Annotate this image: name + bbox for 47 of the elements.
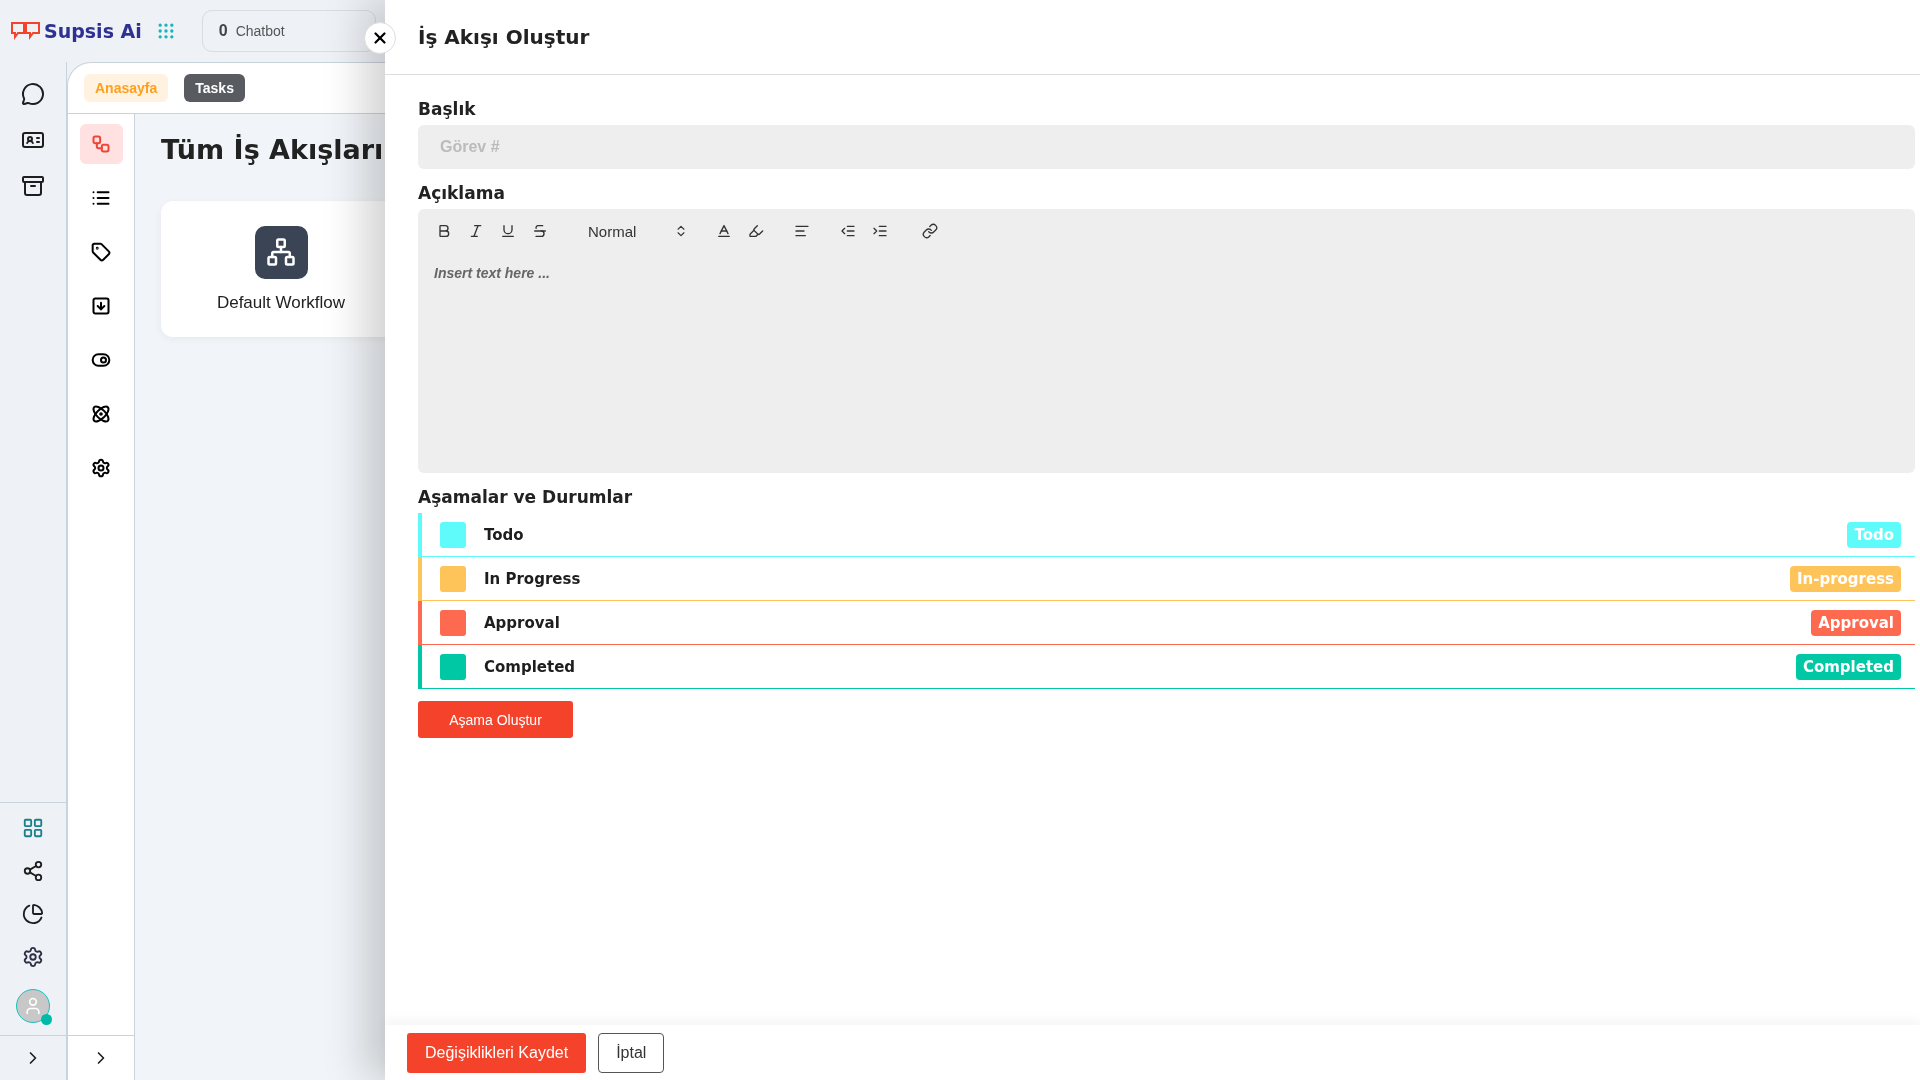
status-badge: In-progress — [1789, 565, 1901, 592]
chatbot-label: Chatbot — [235, 23, 285, 39]
save-button[interactable]: Değişiklikleri Kaydet — [407, 1032, 587, 1073]
stage-name: In Progress — [484, 569, 582, 588]
stage-name: Approval — [484, 613, 561, 632]
workflow-title: Default Workflow — [216, 292, 346, 313]
archive-box-icon[interactable] — [21, 174, 45, 198]
section-heading: Aşamalar ve Durumlar — [418, 487, 634, 507]
link-icon[interactable] — [920, 221, 940, 241]
stage-row[interactable]: In Progress In-progress — [418, 557, 1915, 601]
atom-icon — [91, 404, 111, 424]
chatbot-count: 0 — [218, 22, 228, 40]
tag-icon — [91, 242, 111, 262]
cancel-button[interactable]: İptal — [598, 1032, 665, 1073]
page-title: Tüm İş Akışları — [161, 134, 385, 165]
online-dot — [41, 1014, 52, 1025]
settings-icon — [91, 458, 111, 478]
stage-row[interactable]: Approval Approval — [418, 601, 1915, 645]
status-badge: Completed — [1795, 653, 1901, 680]
chat-bubble-icon[interactable] — [21, 82, 45, 106]
workflow-card[interactable]: Default Workflow — [161, 201, 385, 337]
download-box-icon — [91, 296, 111, 316]
rich-text-editor[interactable]: Normal Insert text here ... — [418, 209, 1915, 473]
stage-row[interactable]: Completed Completed — [418, 645, 1915, 689]
grid-icon[interactable] — [22, 817, 44, 839]
drawer-title: İş Akışı Oluştur — [418, 25, 590, 49]
pie-chart-icon[interactable] — [22, 903, 44, 925]
heading-select[interactable]: Normal — [588, 222, 688, 240]
editor-placeholder: Insert text here ... — [434, 265, 551, 281]
workflow-icon — [254, 225, 308, 279]
toggle-icon — [91, 350, 111, 370]
add-stage-button[interactable]: Aşama Oluştur — [418, 701, 573, 738]
settings-icon[interactable] — [22, 946, 44, 968]
close-icon — [371, 29, 389, 47]
list-icon — [91, 188, 111, 208]
field-label: Başlık — [418, 99, 477, 119]
stage-name: Todo — [484, 525, 525, 544]
user-silhouette-icon — [23, 996, 43, 1016]
tab[interactable]: Tasks — [184, 74, 245, 102]
field-label: Açıklama — [418, 183, 506, 203]
status-badge: Todo — [1847, 521, 1901, 548]
stage-row[interactable]: Todo Todo — [418, 513, 1915, 557]
brand-name: Supsis Ai — [44, 20, 142, 42]
status-badge: Approval — [1811, 609, 1901, 636]
stage-name: Completed — [484, 657, 577, 676]
workflow-icon — [91, 134, 111, 154]
share-icon[interactable] — [22, 860, 44, 882]
